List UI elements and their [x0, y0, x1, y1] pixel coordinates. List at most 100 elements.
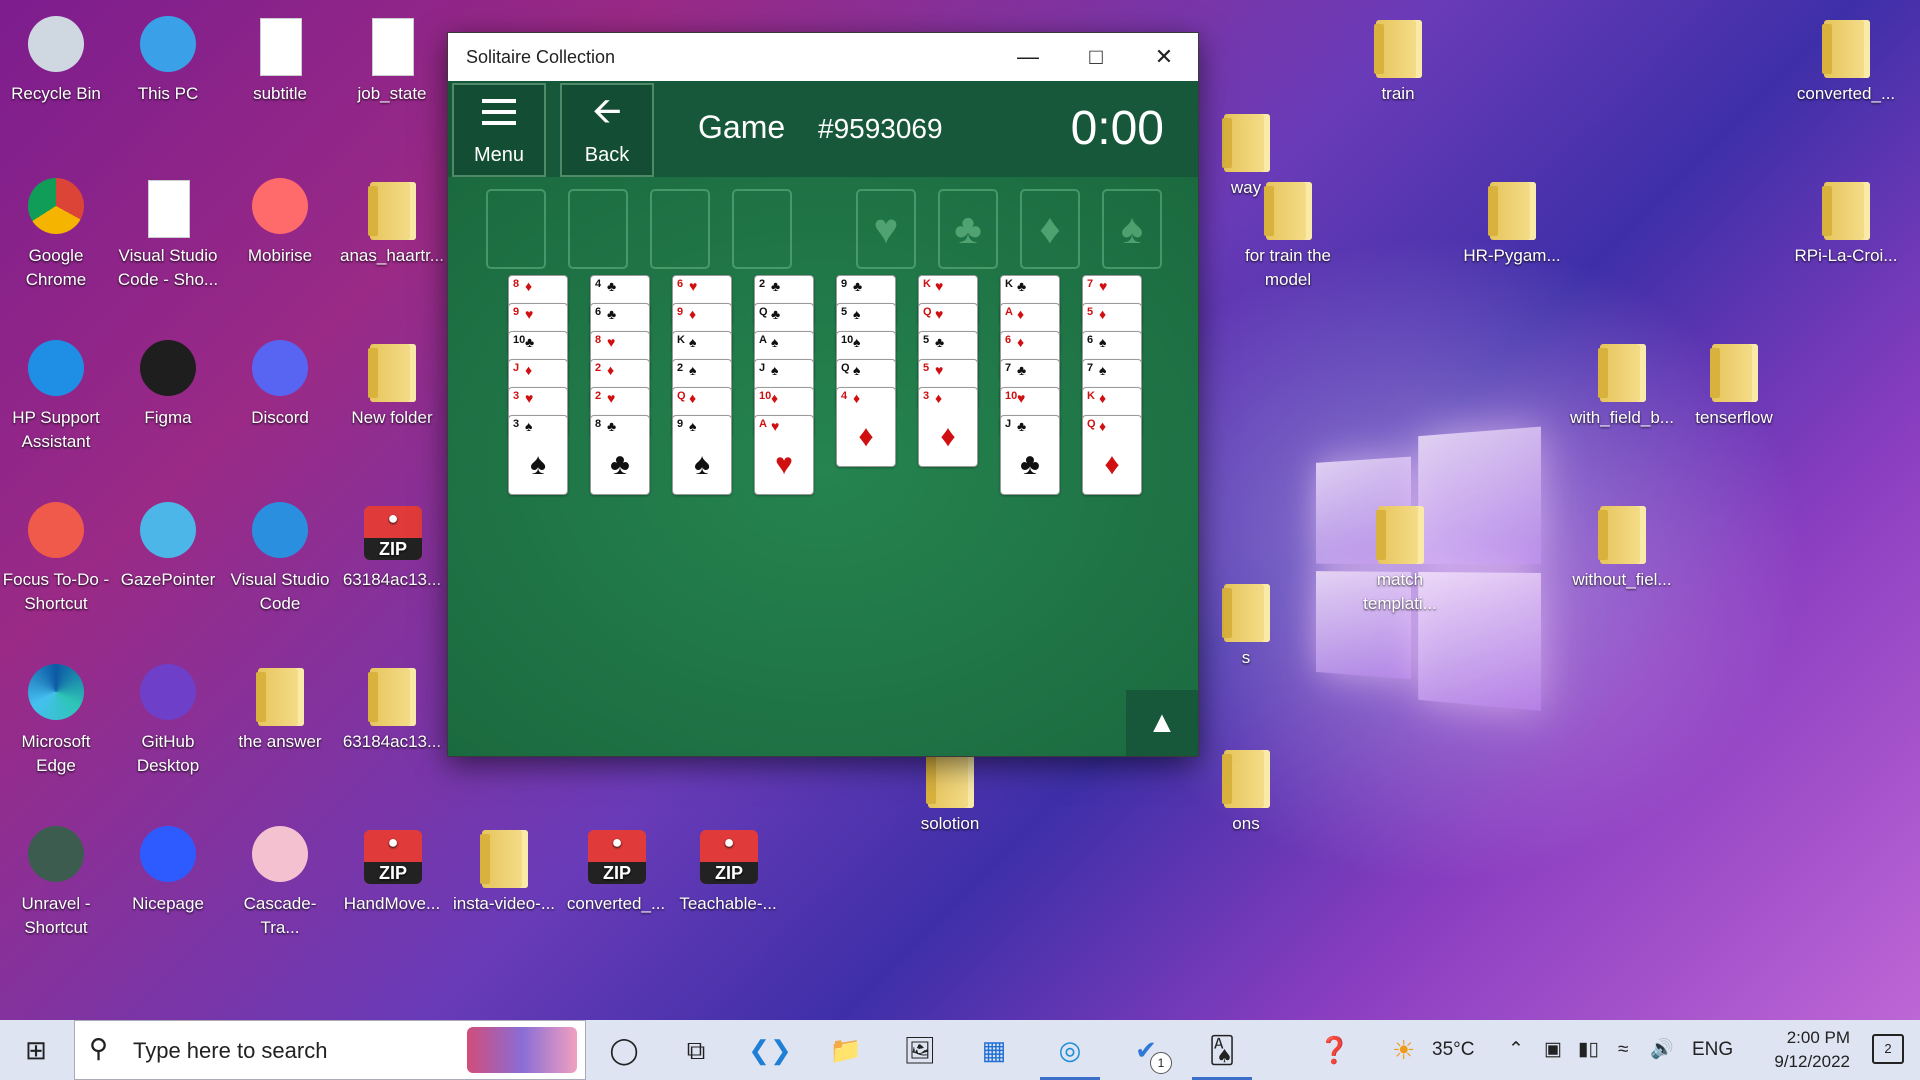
playing-card[interactable]: J ♣ ♣ — [1000, 415, 1060, 495]
desktop-icon[interactable]: ● ZIP Teachable-... — [674, 816, 782, 916]
desktop-icon[interactable]: job_state — [338, 6, 446, 106]
taskbar-solitaire[interactable]: 🂡 — [1192, 1020, 1252, 1080]
desktop-icon[interactable]: HR-Pygam... — [1458, 168, 1566, 268]
card-suit-icon: ♥ — [935, 278, 943, 294]
help-tray-button[interactable]: ❓ — [1318, 1020, 1350, 1080]
card-suit-icon: ♠ — [771, 362, 778, 378]
desktop-icon[interactable]: Mobirise — [226, 168, 334, 268]
desktop-icon[interactable]: without_fiel... — [1568, 492, 1676, 592]
playing-card[interactable]: A ♥ ♥ — [754, 415, 814, 495]
battery-icon: ▮▯ — [1578, 1039, 1599, 1060]
foundation-pile[interactable]: ♣ — [938, 189, 998, 269]
hamburger-icon — [482, 99, 516, 125]
desktop-icon-label: with_field_b... — [1568, 406, 1676, 430]
start-button[interactable]: ⊞ — [6, 1020, 66, 1080]
card-rank: K — [1087, 390, 1095, 402]
foundation-pile[interactable]: ♦ — [1020, 189, 1080, 269]
foundation-pile[interactable]: ♥ — [856, 189, 916, 269]
notifications-button[interactable]: 2 — [1872, 1034, 1904, 1064]
maximize-button[interactable]: □ — [1062, 33, 1130, 81]
card-suit-icon: ♣ — [771, 278, 780, 294]
desktop-icon[interactable]: GazePointer — [114, 492, 222, 592]
desktop-icon[interactable]: HP Support Assistant — [2, 330, 110, 454]
close-button[interactable]: ✕ — [1130, 33, 1198, 81]
desktop-icon[interactable]: way — [1192, 100, 1300, 200]
expand-toolbar-button[interactable]: ▲ — [1126, 690, 1198, 756]
desktop-icon[interactable]: ons — [1192, 736, 1300, 836]
card-suit-icon: ♣ — [1017, 362, 1026, 378]
menu-button[interactable]: Menu — [452, 83, 546, 177]
free-cell[interactable] — [650, 189, 710, 269]
playing-card[interactable]: 8 ♣ ♣ — [590, 415, 650, 495]
desktop-icon[interactable]: New folder — [338, 330, 446, 430]
desktop-icon[interactable]: train — [1344, 6, 1452, 106]
temperature[interactable]: 35°C — [1432, 1020, 1474, 1080]
taskbar-vscode[interactable]: ❮❯ — [740, 1020, 800, 1080]
cortana-button[interactable]: ◯ — [594, 1020, 654, 1080]
desktop-icon[interactable]: converted_... — [1792, 6, 1900, 106]
show-hidden-icons-button[interactable]: ⌃ — [1508, 1020, 1524, 1080]
window-titlebar[interactable]: Solitaire Collection — □ ✕ — [448, 33, 1198, 81]
foundation-pile[interactable]: ♠ — [1102, 189, 1162, 269]
playing-card[interactable]: 3 ♠ ♠ — [508, 415, 568, 495]
weather-button[interactable]: ☀ — [1392, 1020, 1415, 1080]
desktop-icon[interactable]: 63184ac13... — [338, 654, 446, 754]
taskbar-file-explorer[interactable]: 📁 — [816, 1020, 876, 1080]
free-cell[interactable] — [486, 189, 546, 269]
minimize-button[interactable]: — — [994, 33, 1062, 81]
desktop-icon[interactable]: anas_haartr... — [338, 168, 446, 268]
volume-button[interactable]: 🔊 — [1650, 1020, 1674, 1080]
taskbar-edge[interactable]: ◎ — [1040, 1020, 1100, 1080]
desktop-icon[interactable]: Unravel - Shortcut — [2, 816, 110, 940]
playing-card[interactable]: 3 ♦ ♦ — [918, 387, 978, 467]
back-button[interactable]: 🡨 Back — [560, 83, 654, 177]
desktop-icon[interactable]: Google Chrome — [2, 168, 110, 292]
clock[interactable]: 2:00 PM 9/12/2022 — [1774, 1026, 1850, 1074]
desktop-icon[interactable]: the answer — [226, 654, 334, 754]
desktop-icon[interactable]: Discord — [226, 330, 334, 430]
desktop-icon[interactable]: Nicepage — [114, 816, 222, 916]
card-suit-icon: ♠ — [771, 334, 778, 350]
playing-card[interactable]: 4 ♦ ♦ — [836, 387, 896, 467]
desktop-icon-label: HandMove... — [338, 892, 446, 916]
taskbar-photos[interactable]: 🖼 — [890, 1020, 950, 1080]
desktop-icon[interactable]: Microsoft Edge — [2, 654, 110, 778]
desktop-icon[interactable]: ● ZIP converted_... — [562, 816, 670, 916]
desktop-icon[interactable]: subtitle — [226, 6, 334, 106]
desktop-icon[interactable]: Visual Studio Code - Sho... — [114, 168, 222, 292]
network-button[interactable]: ≈ — [1618, 1020, 1628, 1080]
meet-now-button[interactable]: ▣ — [1544, 1020, 1562, 1080]
desktop-icon[interactable]: Visual Studio Code — [226, 492, 334, 616]
language-indicator[interactable]: ENG — [1692, 1020, 1733, 1080]
card-suit-icon: ♠ — [853, 334, 860, 350]
desktop-icon[interactable]: This PC — [114, 6, 222, 106]
desktop-icon[interactable]: RPi-La-Croi... — [1792, 168, 1900, 268]
desktop-icon[interactable]: ● ZIP HandMove... — [338, 816, 446, 916]
desktop-icon[interactable]: Recycle Bin — [2, 6, 110, 106]
desktop-icon[interactable]: Cascade-Tra... — [226, 816, 334, 940]
card-suit-icon: ♦ — [1017, 334, 1024, 350]
taskbar-store[interactable]: ▦ — [964, 1020, 1024, 1080]
taskbar-todo[interactable]: ✔ 1 — [1116, 1020, 1176, 1080]
free-cell[interactable] — [568, 189, 628, 269]
card-suit-icon: ♥ — [689, 278, 697, 294]
task-view-button[interactable]: ⧉ — [666, 1020, 726, 1080]
desktop-icon[interactable]: s — [1192, 570, 1300, 670]
desktop-icon[interactable]: GitHub Desktop — [114, 654, 222, 778]
playing-card[interactable]: 9 ♠ ♠ — [672, 415, 732, 495]
playing-card[interactable]: Q ♦ ♦ — [1082, 415, 1142, 495]
desktop-icon-label: train — [1344, 82, 1452, 106]
free-cell[interactable] — [732, 189, 792, 269]
card-face-icon: ♠ — [509, 448, 567, 482]
desktop-icon[interactable]: ● ZIP 63184ac13... — [338, 492, 446, 592]
desktop-icon[interactable]: Figma — [114, 330, 222, 430]
desktop-icon[interactable]: Focus To-Do - Shortcut — [2, 492, 110, 616]
desktop-icon[interactable]: with_field_b... — [1568, 330, 1676, 430]
desktop-icon[interactable]: insta-video-... — [450, 816, 558, 916]
desktop-icon-label: match templati... — [1346, 568, 1454, 616]
desktop-icon[interactable]: tenserflow — [1680, 330, 1788, 430]
search-box[interactable]: ⚲ Type here to search — [74, 1020, 586, 1080]
card-suit-icon: ♠ — [689, 334, 696, 350]
battery-button[interactable]: ▮▯ — [1578, 1020, 1599, 1080]
desktop-icon[interactable]: match templati... — [1346, 492, 1454, 616]
